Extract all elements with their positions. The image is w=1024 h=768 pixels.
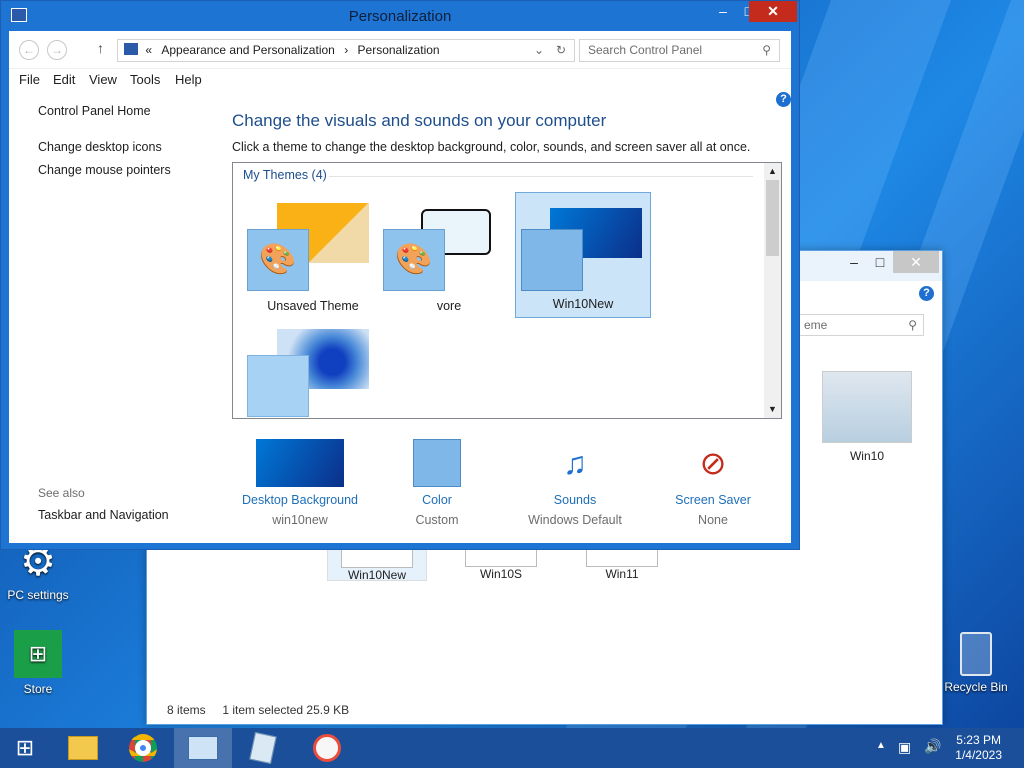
taskbar-notepad[interactable] — [234, 728, 292, 768]
breadcrumb-personalization[interactable]: Personalization — [358, 43, 440, 57]
scroll-up-arrow[interactable]: ▲ — [764, 163, 781, 180]
taskbar-app[interactable] — [298, 728, 356, 768]
help-icon[interactable]: ? — [919, 286, 934, 301]
taskbar-navigation-link[interactable]: Taskbar and Navigation — [38, 508, 169, 522]
search-icon: ⚲ — [908, 318, 917, 332]
desktop-icon-store[interactable]: ⊞ Store — [6, 630, 70, 696]
explorer-search-input[interactable]: eme ⚲ — [799, 314, 924, 336]
network-icon[interactable]: ▣ — [898, 739, 911, 756]
store-icon: ⊞ — [14, 630, 62, 678]
sounds-option[interactable]: ♫ Sounds Windows Default — [505, 439, 645, 527]
menu-edit[interactable]: Edit — [53, 72, 75, 87]
desktop-background-icon — [256, 439, 344, 487]
up-button[interactable]: ↑ — [97, 40, 104, 56]
sounds-icon: ♫ — [563, 445, 587, 481]
file-item[interactable]: Win10S — [451, 547, 551, 581]
screen-saver-icon: ⊘ — [699, 445, 727, 481]
theme-win11[interactable] — [245, 327, 381, 418]
start-button[interactable]: ⊞ — [0, 728, 50, 768]
color-option[interactable]: Color Custom — [367, 439, 507, 527]
control-panel-icon — [188, 736, 218, 760]
color-swatch — [521, 229, 583, 291]
explorer-close-button[interactable]: ✕ — [893, 251, 939, 273]
chevron-right-icon: › — [344, 43, 349, 57]
app-icon — [313, 734, 341, 762]
palette-icon: 🎨 — [383, 229, 445, 291]
file-thumbnail — [465, 547, 537, 567]
titlebar: Personalization – □ ✕ — [1, 1, 799, 31]
change-desktop-icons-link[interactable]: Change desktop icons — [38, 140, 162, 154]
desktop: ⚙ PC settings ⊞ Store Recycle Bin – □ ✕ … — [0, 0, 1024, 728]
control-panel-icon — [124, 43, 138, 55]
chevron-down-icon[interactable]: ⌄ — [534, 40, 544, 61]
taskbar: ⊞ ▲ ▣ 🔊 5:23 PM 1/4/2023 — [0, 728, 1024, 768]
menu-file[interactable]: File — [19, 72, 40, 87]
notepad-icon — [249, 732, 277, 764]
explorer-status-bar: 8 items 1 item selected 25.9 KB — [167, 703, 350, 717]
close-button[interactable]: ✕ — [749, 1, 797, 22]
themes-scrollbar[interactable]: ▲ ▼ — [764, 163, 781, 418]
themes-list: My Themes (4) 🎨 Unsaved Theme 🎨 vore Win… — [232, 162, 782, 419]
control-panel-home-link[interactable]: Control Panel Home — [38, 104, 151, 118]
menu-bar: File Edit View Tools Help — [9, 69, 791, 93]
change-mouse-pointers-link[interactable]: Change mouse pointers — [38, 163, 171, 177]
window-client: ← → ↑ « Appearance and Personalization ›… — [9, 31, 791, 543]
recycle-bin-icon — [960, 632, 992, 676]
volume-icon[interactable]: 🔊 — [924, 738, 941, 755]
page-title: Change the visuals and sounds on your co… — [232, 111, 607, 130]
desktop-icon-recycle-bin[interactable]: Recycle Bin — [943, 632, 1009, 694]
palette-icon: 🎨 — [247, 229, 309, 291]
theme-win10new[interactable]: Win10New — [515, 192, 651, 318]
see-also-label: See also — [38, 486, 85, 500]
taskbar-clock[interactable]: 5:23 PM 1/4/2023 — [955, 733, 1002, 763]
theme-unsaved[interactable]: 🎨 Unsaved Theme — [245, 193, 381, 319]
search-input[interactable]: Search Control Panel ⚲ — [579, 39, 780, 62]
theme-vore[interactable]: 🎨 vore — [381, 193, 517, 319]
refresh-icon[interactable]: ↻ — [556, 40, 566, 61]
taskbar-control-panel[interactable] — [174, 728, 232, 768]
navigation-bar: ← → ↑ « Appearance and Personalization ›… — [9, 31, 791, 69]
search-icon: ⚲ — [762, 43, 771, 57]
page-description: Click a theme to change the desktop back… — [232, 140, 751, 154]
taskbar-chrome[interactable] — [114, 728, 172, 768]
folder-icon — [68, 736, 98, 760]
help-icon[interactable]: ? — [776, 92, 791, 107]
file-item[interactable]: Win10New — [327, 547, 427, 582]
address-bar[interactable]: « Appearance and Personalization › Perso… — [117, 39, 575, 62]
scroll-down-arrow[interactable]: ▼ — [764, 401, 781, 418]
desktop-background-option[interactable]: Desktop Background win10new — [230, 439, 370, 527]
menu-view[interactable]: View — [89, 72, 117, 87]
chrome-icon — [129, 734, 157, 762]
personalization-window[interactable]: Personalization – □ ✕ ← → ↑ « Appearance… — [0, 0, 800, 550]
back-button[interactable]: ← — [19, 40, 39, 60]
file-thumbnail — [341, 548, 413, 568]
color-swatch-icon — [413, 439, 461, 487]
menu-tools[interactable]: Tools — [130, 72, 160, 87]
file-item[interactable]: Win10 — [817, 371, 917, 463]
breadcrumb-appearance[interactable]: Appearance and Personalization — [161, 43, 334, 57]
menu-help[interactable]: Help — [175, 72, 202, 87]
file-thumbnail — [586, 547, 658, 567]
explorer-maximize-button[interactable]: □ — [865, 251, 895, 273]
show-hidden-icons[interactable]: ▲ — [876, 740, 886, 751]
file-thumbnail — [822, 371, 912, 443]
screen-saver-option[interactable]: ⊘ Screen Saver None — [643, 439, 783, 527]
scroll-thumb[interactable] — [766, 180, 779, 256]
taskbar-file-explorer[interactable] — [54, 728, 112, 768]
color-swatch — [247, 355, 309, 417]
my-themes-header: My Themes (4) — [243, 168, 327, 182]
forward-button[interactable]: → — [47, 40, 67, 60]
file-item[interactable]: Win11 — [572, 547, 672, 581]
minimize-button[interactable]: – — [710, 1, 736, 22]
